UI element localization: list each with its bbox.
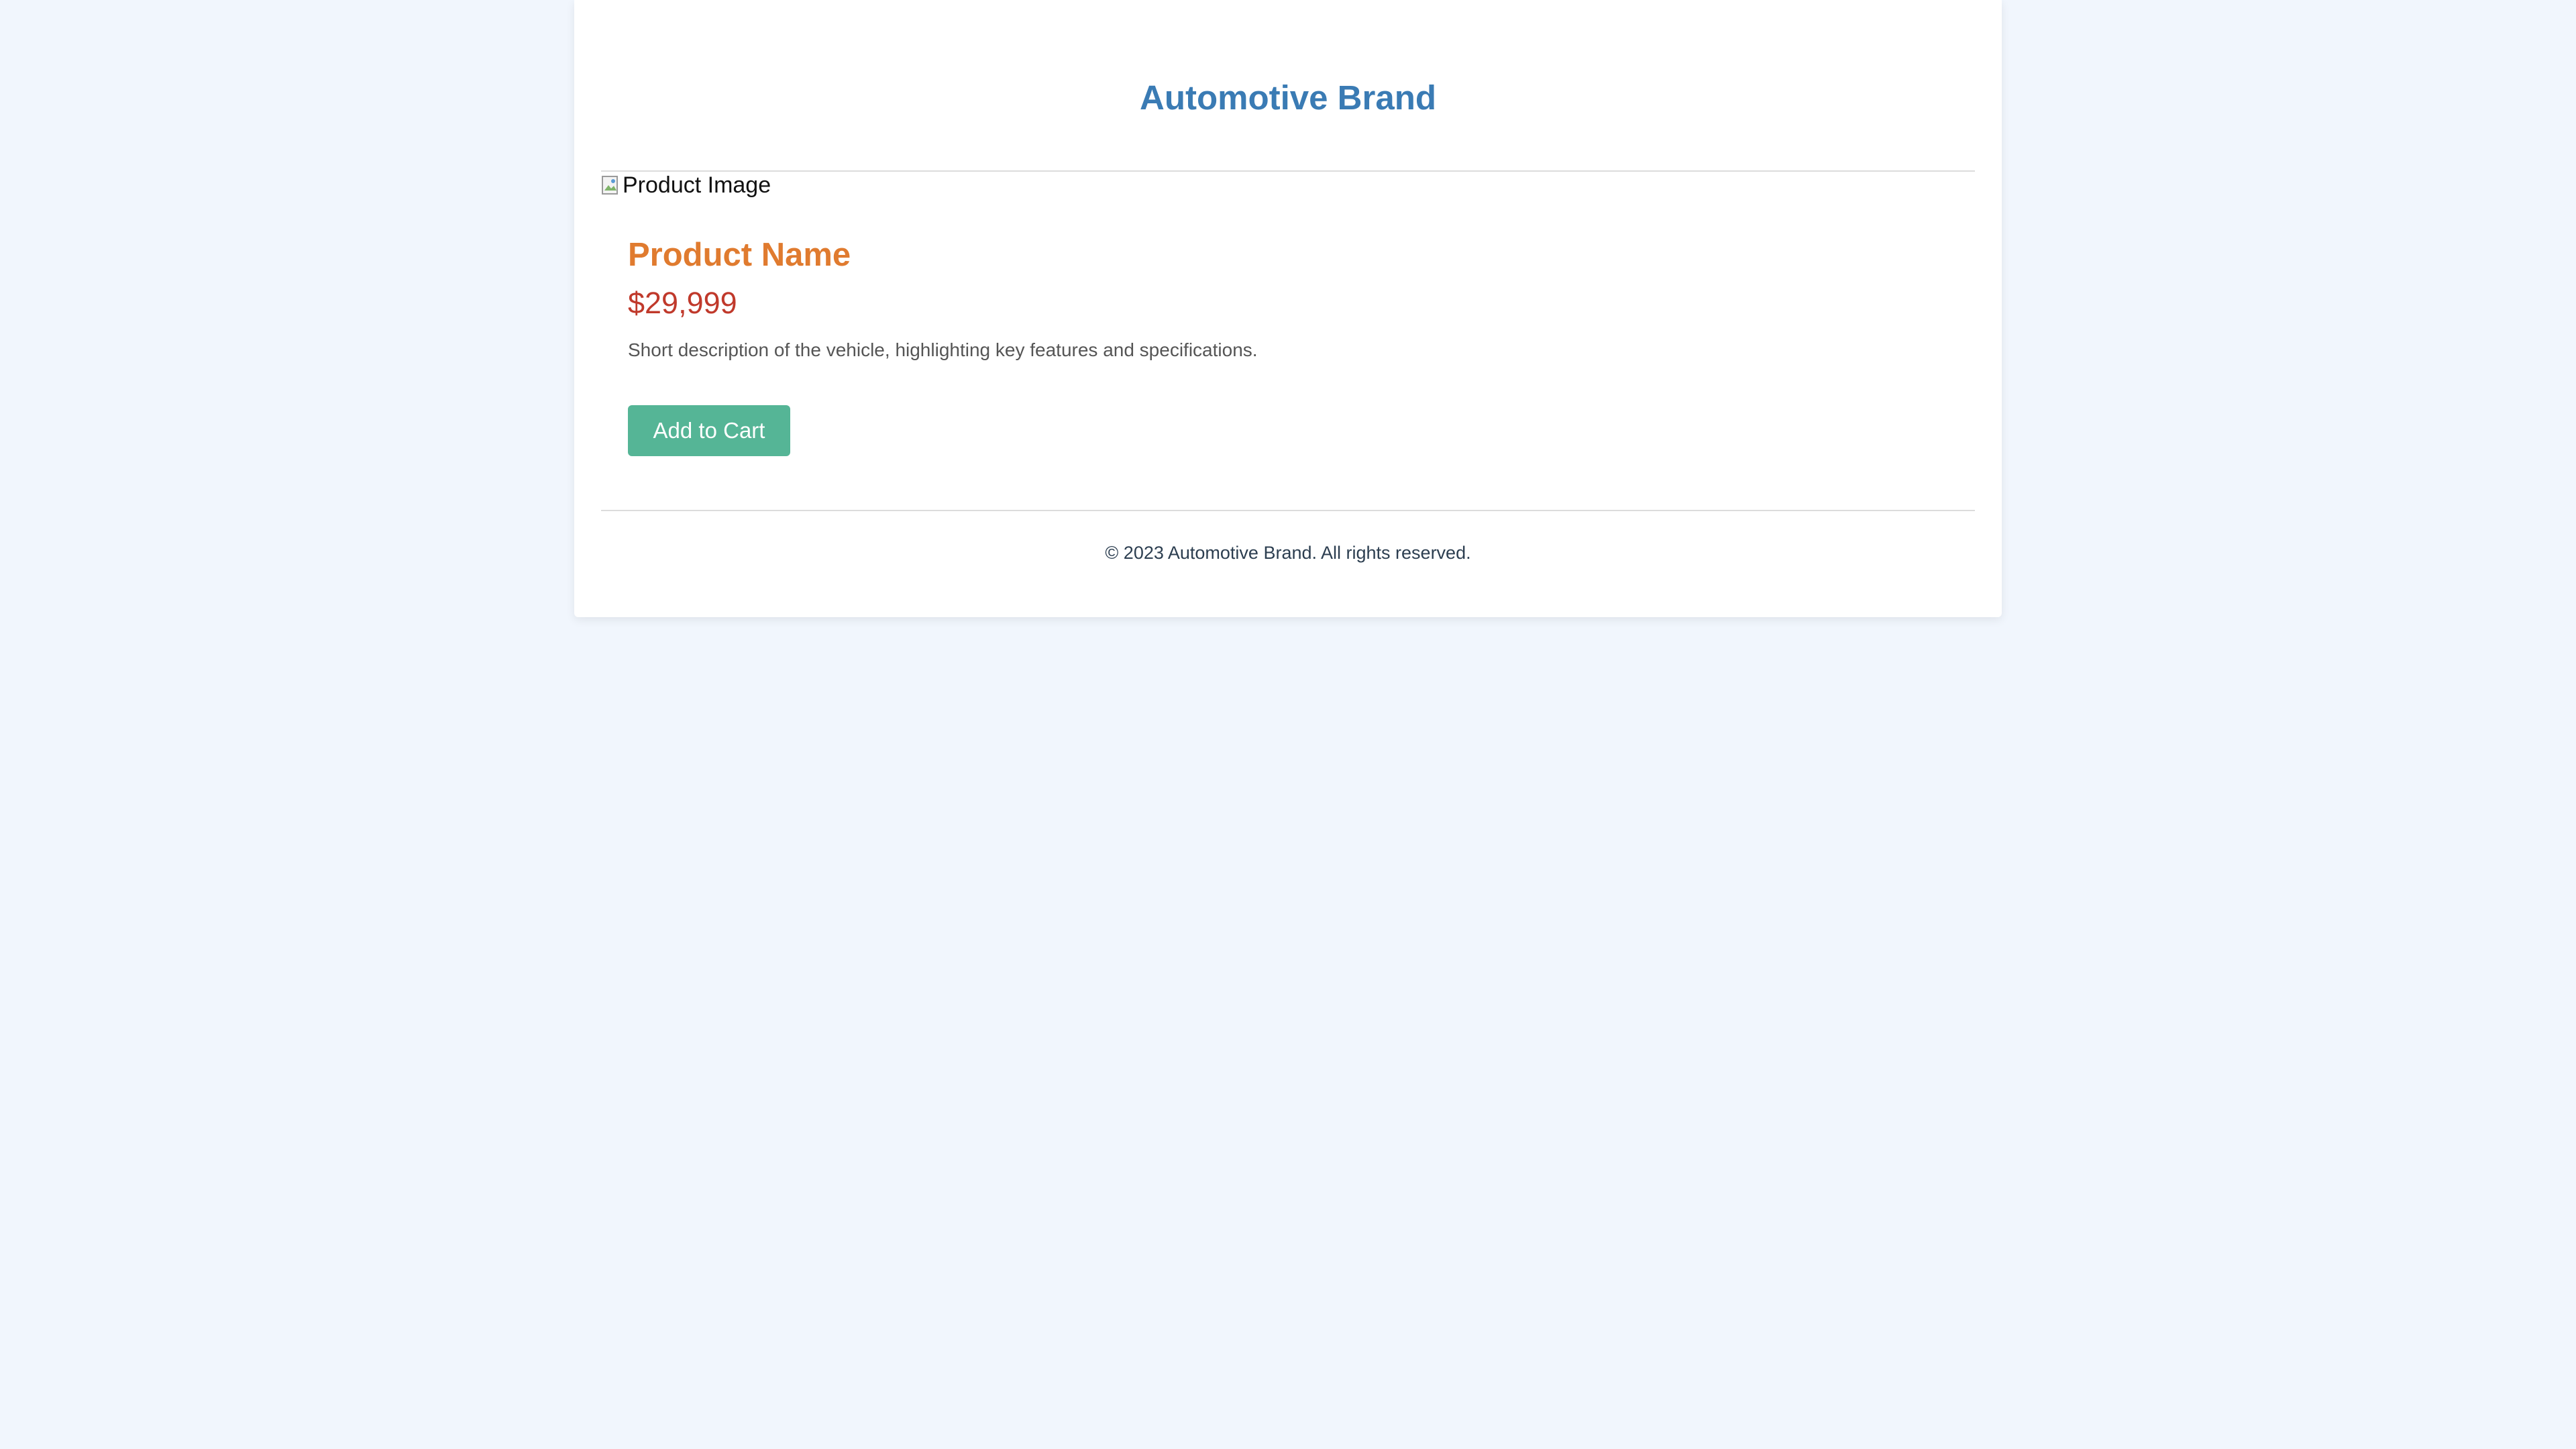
- page-footer: © 2023 Automotive Brand. All rights rese…: [601, 510, 1975, 592]
- product-name: Product Name: [628, 237, 851, 273]
- page-header: Automotive Brand: [601, 0, 1975, 172]
- product-image: Product Image: [601, 172, 771, 199]
- product-image-alt-text: Product Image: [623, 172, 771, 198]
- broken-image-icon: [602, 176, 618, 195]
- product-price: $29,999: [628, 286, 737, 320]
- product-card: Automotive Brand Product Image Product N…: [574, 0, 2002, 617]
- add-to-cart-button[interactable]: Add to Cart: [628, 405, 790, 456]
- brand-title: Automotive Brand: [1139, 78, 1437, 117]
- product-description: Short description of the vehicle, highli…: [628, 339, 1258, 360]
- copyright-text: © 2023 Automotive Brand. All rights rese…: [1105, 543, 1471, 563]
